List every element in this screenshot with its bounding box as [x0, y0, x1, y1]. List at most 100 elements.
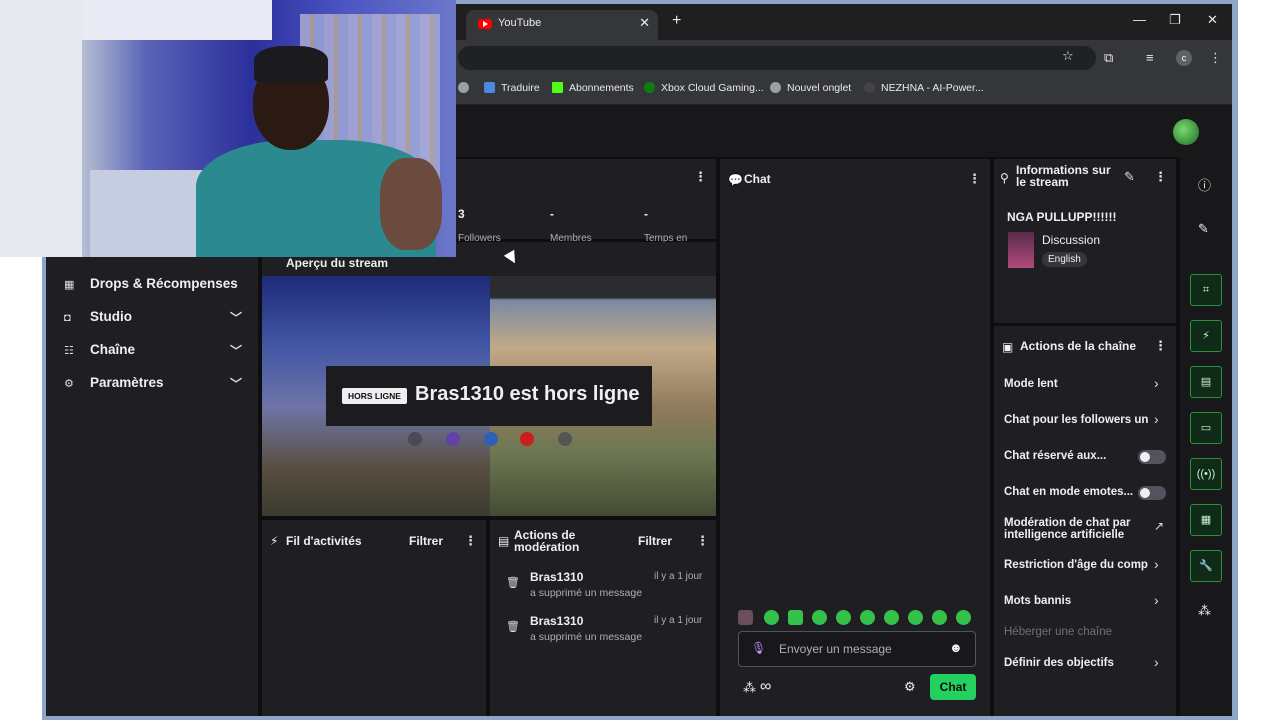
clip-icon[interactable]: ⌗	[1190, 274, 1222, 306]
trash-icon: 🗑	[506, 577, 520, 589]
emote-icon[interactable]	[738, 610, 753, 625]
preview-shortcut-icon	[408, 432, 422, 446]
chevron-right-icon[interactable]: ›	[1154, 411, 1159, 427]
stats-more-icon[interactable]: ⋮	[694, 169, 707, 185]
media-control-icon[interactable]: ≡	[1146, 50, 1154, 65]
emote-icon[interactable]	[956, 610, 971, 625]
gift-icon: ▦	[64, 279, 75, 291]
preview-shortcut-icon	[558, 432, 572, 446]
emote-icon[interactable]	[884, 610, 899, 625]
bookmark-globe-icon[interactable]	[458, 82, 475, 94]
bits-icon[interactable]: ⁂	[743, 680, 756, 696]
bookmark-star-icon[interactable]: ☆	[1062, 48, 1074, 64]
action-set-goals[interactable]: Définir des objectifs	[1004, 657, 1114, 669]
webcam-wall	[0, 0, 82, 257]
chat-input[interactable]: 🎙 Envoyer un message ☻	[738, 631, 976, 667]
browser-menu-icon[interactable]: ⋮	[1209, 50, 1222, 66]
chat-send-button[interactable]: Chat	[930, 674, 976, 700]
stream-info-title: Informations sur le stream	[1016, 163, 1111, 189]
moderation-more-icon[interactable]: ⋮	[696, 533, 709, 549]
list-item[interactable]: 🗑 Bras1310 il y a 1 jour a supprimé un m…	[490, 612, 716, 652]
browser-tab-youtube[interactable]: YouTube ✕	[466, 10, 658, 40]
category-name[interactable]: Discussion	[1042, 233, 1100, 247]
chevron-right-icon[interactable]: ›	[1154, 375, 1159, 391]
extensions-icon[interactable]: ⧉	[1104, 50, 1113, 66]
webcam-person-hand	[380, 158, 442, 250]
sidebar-item-studio[interactable]: ◘ Studio ﹀	[64, 309, 242, 325]
list-item[interactable]: 🗑 Bras1310 il y a 1 jour a supprimé un m…	[490, 568, 716, 608]
extensions-icon[interactable]: ⁂	[1198, 603, 1211, 619]
chat-more-icon[interactable]: ⋮	[968, 171, 981, 187]
info-icon[interactable]: ⓘ	[1198, 175, 1211, 194]
preview-shortcut-icon	[446, 432, 460, 446]
chevron-down-icon: ﹀	[230, 311, 243, 325]
action-banned-words[interactable]: Mots bannis	[1004, 595, 1071, 607]
sidebar-item-chaine[interactable]: ☷ Chaîne ﹀	[64, 342, 242, 358]
minimize-button[interactable]: —	[1133, 12, 1146, 27]
activity-filter-button[interactable]: Filtrer	[409, 534, 443, 548]
emote-icon[interactable]	[812, 610, 827, 625]
activity-more-icon[interactable]: ⋮	[464, 533, 477, 549]
notes-icon[interactable]: ▤	[1190, 366, 1222, 398]
edit-pencil-icon[interactable]: ✎	[1124, 169, 1135, 185]
microphone-icon[interactable]: 🎙	[751, 641, 766, 655]
emote-icon[interactable]	[908, 610, 923, 625]
sidebar-item-drops[interactable]: ▦ Drops & Récompenses	[64, 276, 238, 291]
close-window-button[interactable]: ✕	[1207, 12, 1218, 28]
offline-message: Bras1310 est hors ligne	[415, 383, 640, 405]
sidebar-item-parametres[interactable]: ⚙ Paramètres ﹀	[64, 375, 242, 391]
subscribers-chat-toggle[interactable]	[1138, 450, 1166, 464]
emote-only-toggle[interactable]	[1138, 486, 1166, 500]
moderation-filter-button[interactable]: Filtrer	[638, 534, 672, 548]
lightning-icon[interactable]: ⚡	[1190, 320, 1222, 352]
chevron-right-icon[interactable]: ›	[1154, 556, 1159, 572]
tab-close-button[interactable]: ✕	[639, 15, 650, 31]
trash-icon: 🗑	[506, 621, 520, 633]
chevron-right-icon[interactable]: ›	[1154, 654, 1159, 670]
emote-icon[interactable]	[860, 610, 875, 625]
quick-actions-rail: ⓘ ✎ ⌗ ⚡ ▤ ▭ ((•)) ▦ 🔧 ⁂	[1180, 157, 1232, 716]
stream-time-value: -	[644, 207, 648, 221]
emote-picker-icon[interactable]: ☻	[949, 640, 963, 655]
action-mode-lent[interactable]: Mode lent	[1004, 378, 1058, 390]
webcam-overlay	[0, 0, 456, 257]
bookmark-xbox-cloud[interactable]: Xbox Cloud Gaming...	[644, 82, 764, 94]
new-tab-button[interactable]: +	[672, 12, 681, 30]
channel-actions-more-icon[interactable]: ⋮	[1154, 338, 1167, 354]
emote-icon[interactable]	[836, 610, 851, 625]
bookmark-nezhna[interactable]: NEZHNA - AI-Power...	[864, 82, 984, 94]
bookmark-traduire[interactable]: Traduire	[484, 82, 540, 94]
language-tag[interactable]: English	[1042, 252, 1087, 267]
emote-icon[interactable]	[764, 610, 779, 625]
chat-settings-gear-icon[interactable]: ⚙	[904, 679, 916, 695]
action-subscribers-chat: Chat réservé aux...	[1004, 450, 1107, 462]
broadcast-icon[interactable]: ((•))	[1190, 458, 1222, 490]
moderation-title: Actions de modération	[514, 528, 580, 554]
webcam-person-cap	[254, 46, 328, 82]
action-age-restriction[interactable]: Restriction d'âge du comp	[1004, 559, 1148, 571]
external-link-icon[interactable]: ↗	[1154, 519, 1164, 533]
infinity-points[interactable]: ∞	[760, 678, 771, 696]
profile-avatar[interactable]: c	[1176, 50, 1192, 66]
restore-button[interactable]: ❐	[1169, 12, 1181, 28]
tab-title: YouTube	[498, 17, 542, 29]
channel-actions-title: Actions de la chaîne	[1020, 339, 1137, 353]
bookmark-nouvel-onglet[interactable]: Nouvel onglet	[770, 82, 851, 94]
category-box-art[interactable]	[1008, 232, 1034, 268]
raid-icon[interactable]: ▦	[1190, 504, 1222, 536]
mod-time: il y a 1 jour	[654, 571, 703, 582]
action-ai-moderation[interactable]: Modération de chat par intelligence arti…	[1004, 517, 1144, 541]
wrench-icon[interactable]: 🔧	[1190, 550, 1222, 582]
action-followers-chat[interactable]: Chat pour les followers un	[1004, 414, 1148, 426]
stream-info-more-icon[interactable]: ⋮	[1154, 169, 1167, 185]
chat-bubble-icon[interactable]: ▭	[1190, 412, 1222, 444]
address-bar[interactable]	[458, 46, 1096, 70]
chevron-down-icon: ﹀	[230, 377, 243, 391]
edit-pencil-icon[interactable]: ✎	[1198, 221, 1209, 237]
chevron-right-icon[interactable]: ›	[1154, 592, 1159, 608]
emote-icon[interactable]	[932, 610, 947, 625]
channel-icon: ☷	[64, 345, 74, 357]
bookmark-abonnements[interactable]: Abonnements	[552, 82, 634, 94]
emote-icon[interactable]	[788, 610, 803, 625]
user-avatar[interactable]	[1173, 119, 1199, 145]
